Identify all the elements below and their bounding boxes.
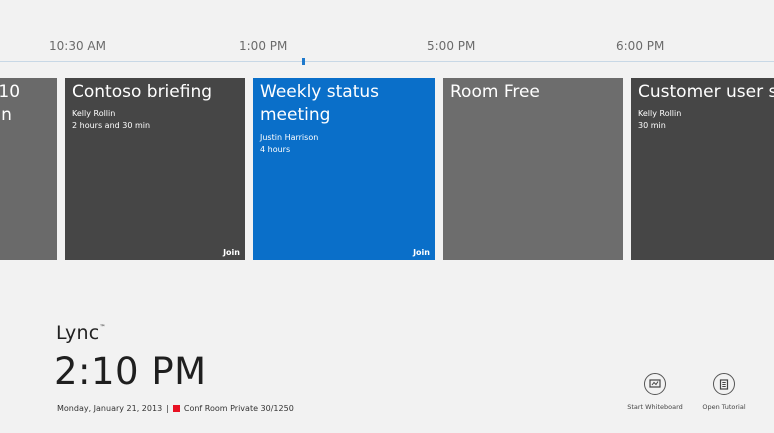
room-status-indicator-icon xyxy=(172,405,180,412)
whiteboard-icon xyxy=(644,373,666,395)
tile-title: Weekly status meeting xyxy=(260,82,379,125)
tile-title: Contoso briefing xyxy=(72,82,213,102)
app-name: Lync™ xyxy=(56,322,106,344)
app-name-text: Lync xyxy=(56,322,100,344)
current-time: 2:10 PM xyxy=(54,350,207,393)
status-line: Monday, January 21, 2013 | Conf Room Pri… xyxy=(57,404,294,413)
meeting-tile-strip[interactable]: r 10 ain Contoso briefing Kelly Rollin 2… xyxy=(0,78,774,260)
current-date: Monday, January 21, 2013 xyxy=(57,404,163,413)
meeting-tile-weekly-status[interactable]: Weekly status meeting Justin Harrison 4 … xyxy=(253,78,435,260)
meeting-tile-partial-left[interactable]: r 10 ain xyxy=(0,78,57,260)
timeline: 10:30 AM 1:00 PM 5:00 PM 6:00 PM xyxy=(0,0,774,65)
start-whiteboard-button[interactable]: Start Whiteboard xyxy=(620,373,690,411)
time-label: 1:00 PM xyxy=(239,39,288,53)
tile-duration: 4 hours xyxy=(260,145,291,154)
separator: | xyxy=(166,404,169,413)
join-button[interactable]: Join xyxy=(223,248,240,257)
tile-organizer: Justin Harrison xyxy=(260,133,319,142)
time-label: 6:00 PM xyxy=(616,39,665,53)
start-whiteboard-label: Start Whiteboard xyxy=(627,403,683,411)
time-label: 10:30 AM xyxy=(49,39,106,53)
meeting-tile-room-free[interactable]: Room Free xyxy=(443,78,623,260)
tile-organizer: Kelly Rollin xyxy=(638,109,682,118)
tile-title: Room Free xyxy=(450,82,540,102)
timeline-axis xyxy=(0,61,774,62)
meeting-tile-contoso-briefing[interactable]: Contoso briefing Kelly Rollin 2 hours an… xyxy=(65,78,245,260)
current-time-marker xyxy=(302,58,305,65)
meeting-tile-customer-user[interactable]: Customer user st Kelly Rollin 30 min xyxy=(631,78,774,260)
open-tutorial-button[interactable]: Open Tutorial xyxy=(689,373,759,411)
tile-title: r 10 ain xyxy=(0,82,21,125)
tile-duration: 2 hours and 30 min xyxy=(72,121,151,130)
tile-organizer: Kelly Rollin xyxy=(72,109,116,118)
join-button[interactable]: Join xyxy=(413,248,430,257)
room-name: Conf Room Private 30/1250 xyxy=(183,404,294,413)
time-label: 5:00 PM xyxy=(427,39,476,53)
open-tutorial-label: Open Tutorial xyxy=(702,403,746,411)
tile-title: Customer user st xyxy=(638,82,774,102)
tutorial-icon xyxy=(713,373,735,395)
trademark-mark: ™ xyxy=(99,324,106,331)
tile-duration: 30 min xyxy=(638,121,666,130)
